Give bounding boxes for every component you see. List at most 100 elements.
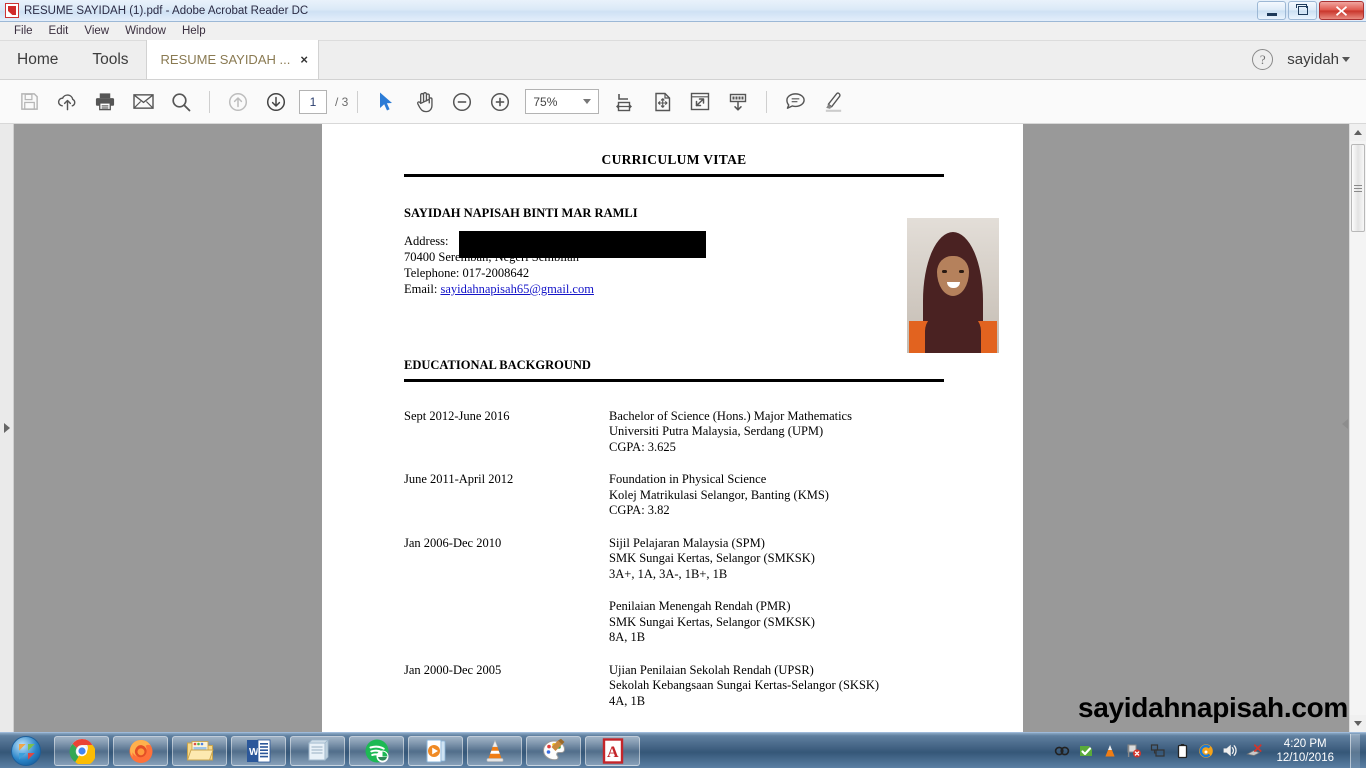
comment-icon bbox=[786, 93, 805, 109]
taskbar-notepad[interactable] bbox=[290, 735, 345, 766]
creative-cloud-icon[interactable] bbox=[1054, 743, 1070, 759]
email-link[interactable]: sayidahnapisah65@gmail.com bbox=[440, 282, 594, 296]
scrollbar-thumb[interactable] bbox=[1351, 144, 1365, 232]
education-row: Jan 2006-Dec 2010 Sijil Pelajaran Malays… bbox=[404, 536, 944, 600]
redaction-box bbox=[459, 231, 706, 258]
maximize-button[interactable] bbox=[1288, 1, 1317, 20]
next-page-button[interactable] bbox=[257, 83, 295, 121]
print-button[interactable] bbox=[86, 83, 124, 121]
education-date: Jan 2000-Dec 2005 bbox=[404, 662, 502, 677]
taskbar-firefox[interactable] bbox=[113, 735, 168, 766]
show-desktop-button[interactable] bbox=[1350, 733, 1360, 768]
highlight-icon bbox=[825, 91, 841, 112]
show-toolbar-button[interactable] bbox=[719, 83, 757, 121]
page-total-label: / 3 bbox=[335, 94, 349, 109]
svg-text:A: A bbox=[607, 744, 619, 761]
education-details: Sijil Pelajaran Malaysia (SPM) SMK Sunga… bbox=[609, 535, 815, 581]
tools-pane-toggle[interactable] bbox=[1342, 419, 1348, 429]
glary-utilities-icon[interactable] bbox=[1198, 743, 1214, 759]
save-icon bbox=[20, 93, 38, 110]
education-row: Jan 2000-Dec 2005 Ujian Penilaian Sekola… bbox=[404, 663, 944, 727]
grip-icon bbox=[1354, 184, 1362, 192]
help-icon[interactable]: ? bbox=[1252, 49, 1274, 70]
scroll-up-button[interactable] bbox=[1350, 124, 1366, 141]
section-divider bbox=[404, 379, 944, 382]
previous-page-button[interactable] bbox=[219, 83, 257, 121]
hand-tool-button[interactable] bbox=[405, 83, 443, 121]
add-comment-button[interactable] bbox=[776, 83, 814, 121]
education-table: Sept 2012-June 2016 Bachelor of Science … bbox=[404, 409, 944, 727]
taskbar-media-player[interactable] bbox=[408, 735, 463, 766]
education-date: Jan 2006-Dec 2010 bbox=[404, 535, 502, 550]
menu-file[interactable]: File bbox=[6, 24, 41, 38]
media-player-icon bbox=[426, 739, 445, 762]
tab-home[interactable]: Home bbox=[0, 40, 75, 79]
navigation-pane-toggle[interactable] bbox=[0, 124, 14, 732]
toolbar-separator bbox=[209, 90, 210, 113]
education-row: Sept 2012-June 2016 Bachelor of Science … bbox=[404, 409, 944, 473]
taskbar-vlc[interactable] bbox=[467, 735, 522, 766]
minimize-button[interactable] bbox=[1257, 1, 1286, 20]
taskbar-clock[interactable]: 4:20 PM 12/10/2016 bbox=[1276, 737, 1334, 765]
vertical-scrollbar[interactable] bbox=[1349, 124, 1366, 732]
fit-page-icon bbox=[655, 92, 671, 111]
highlight-button[interactable] bbox=[814, 83, 852, 121]
zoom-out-button[interactable] bbox=[443, 83, 481, 121]
notepad-icon bbox=[307, 738, 329, 761]
taskbar-chrome[interactable] bbox=[54, 735, 109, 766]
zoom-level-select[interactable]: 75% bbox=[525, 89, 600, 114]
fit-width-button[interactable] bbox=[605, 83, 643, 121]
email-line: Email: sayidahnapisah65@gmail.com bbox=[404, 281, 944, 297]
tab-document-resume[interactable]: RESUME SAYIDAH ... × bbox=[145, 40, 319, 79]
system-tray: 4:20 PM 12/10/2016 bbox=[1054, 733, 1366, 768]
antivirus-icon[interactable] bbox=[1078, 743, 1094, 759]
user-menu[interactable]: sayidah bbox=[1287, 51, 1350, 68]
vlc-tray-icon[interactable] bbox=[1102, 743, 1118, 759]
scroll-down-button[interactable] bbox=[1350, 715, 1366, 732]
resume-name: SAYIDAH NAPISAH BINTI MAR RAMLI bbox=[404, 206, 638, 220]
battery-icon[interactable] bbox=[1174, 743, 1190, 759]
network-disconnected-icon[interactable] bbox=[1246, 743, 1262, 759]
user-name-label: sayidah bbox=[1287, 51, 1339, 68]
flag-error-icon[interactable] bbox=[1126, 743, 1142, 759]
taskbar-paint[interactable] bbox=[526, 735, 581, 766]
chevron-down-icon bbox=[1342, 57, 1350, 62]
zoom-in-button[interactable] bbox=[481, 83, 519, 121]
taskbar-explorer[interactable] bbox=[172, 735, 227, 766]
select-tool-icon bbox=[380, 92, 393, 111]
zoom-in-icon bbox=[491, 92, 510, 111]
menu-edit[interactable]: Edit bbox=[41, 24, 77, 38]
folder-icon bbox=[186, 740, 214, 760]
save-to-cloud-button[interactable] bbox=[48, 83, 86, 121]
volume-icon[interactable] bbox=[1222, 743, 1238, 759]
tab-strip-right: ? sayidah bbox=[1252, 40, 1366, 79]
menu-help[interactable]: Help bbox=[174, 24, 214, 38]
find-button[interactable] bbox=[162, 83, 200, 121]
watermark-text: sayidahnapisah.com bbox=[1077, 692, 1348, 723]
taskbar-word[interactable]: W bbox=[231, 735, 286, 766]
taskbar-acrobat[interactable]: A bbox=[585, 735, 640, 766]
network-monitor-icon[interactable] bbox=[1150, 743, 1166, 759]
fit-page-button[interactable] bbox=[643, 83, 681, 121]
menu-view[interactable]: View bbox=[76, 24, 117, 38]
page-number-input[interactable]: 1 bbox=[299, 89, 327, 114]
education-details: Foundation in Physical Science Kolej Mat… bbox=[609, 472, 829, 517]
section-title-education: EDUCATIONAL BACKGROUND bbox=[404, 358, 591, 372]
print-icon bbox=[95, 93, 115, 111]
select-tool-button[interactable] bbox=[367, 83, 405, 121]
email-button[interactable] bbox=[124, 83, 162, 121]
chrome-icon bbox=[69, 738, 95, 764]
telephone-line: Telephone: 017-2008642 bbox=[404, 266, 530, 280]
close-icon[interactable]: × bbox=[300, 52, 308, 67]
education-row: Penilaian Menengah Rendah (PMR) SMK Sung… bbox=[404, 599, 944, 663]
start-button[interactable] bbox=[2, 735, 50, 767]
taskbar-spotify[interactable] bbox=[349, 735, 404, 766]
window-controls bbox=[1257, 1, 1364, 20]
close-button[interactable] bbox=[1319, 1, 1364, 20]
save-button[interactable] bbox=[10, 83, 48, 121]
menu-window[interactable]: Window bbox=[117, 24, 174, 38]
tab-tools[interactable]: Tools bbox=[75, 40, 145, 79]
read-mode-button[interactable] bbox=[681, 83, 719, 121]
education-date: June 2011-April 2012 bbox=[404, 472, 514, 486]
window-title: RESUME SAYIDAH (1).pdf - Adobe Acrobat R… bbox=[24, 4, 309, 17]
